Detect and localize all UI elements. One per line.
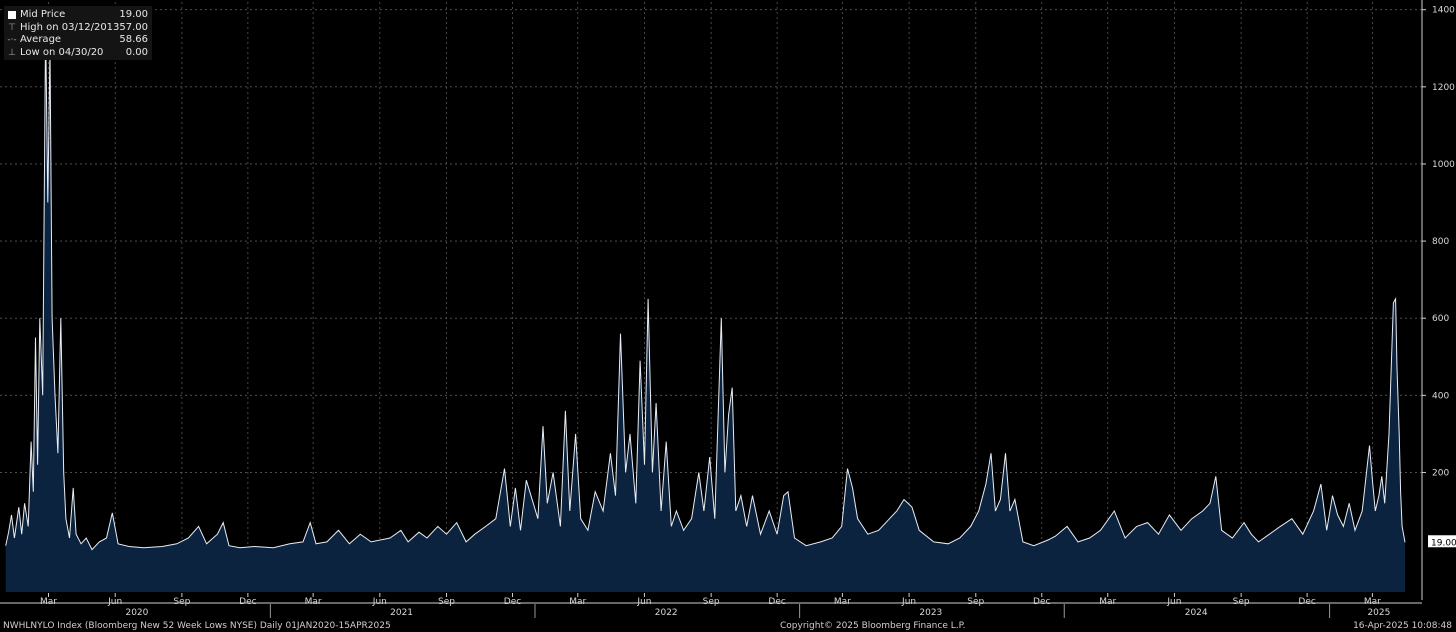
x-tick-label: Jun [1166, 597, 1181, 607]
x-year-label: 2024 [1185, 608, 1208, 618]
footer-copyright: Copyright© 2025 Bloomberg Finance L.P. [780, 621, 966, 631]
y-tick-label: 400 [1432, 391, 1449, 401]
x-tick-label: Sep [173, 597, 190, 607]
legend-row-high: ⊤ High on 03/12/20 1357.00 [4, 22, 152, 34]
x-year-label: 2021 [390, 608, 413, 618]
legend-label: Mid Price [20, 9, 66, 20]
legend-row-average: -·- Average 58.66 [4, 34, 152, 46]
x-tick-label: Sep [703, 597, 720, 607]
low-marker-icon: ⊥ [8, 47, 16, 58]
legend-value: 19.00 [119, 9, 148, 20]
y-tick-label: 1000 [1432, 160, 1455, 170]
y-tick-label: 600 [1432, 314, 1449, 324]
y-tick-label: 200 [1432, 468, 1449, 478]
y-tick-label: 1400 [1432, 6, 1455, 16]
legend-value: 58.66 [119, 34, 148, 45]
x-tick-label: Mar [1364, 597, 1381, 607]
x-tick-label: Sep [967, 597, 984, 607]
legend-row-low: ⊥ Low on 04/30/20 0.00 [4, 47, 152, 59]
legend-label: Average [20, 34, 62, 45]
legend-label: High on 03/12/20 [20, 21, 107, 33]
x-axis-ticks: Mar Jun Sep Dec Mar Jun Sep Dec Mar Jun Sep Dec Mar J… [40, 593, 1390, 618]
x-tick-label: Mar [305, 597, 322, 607]
x-tick-label: Dec [768, 597, 785, 607]
x-tick-label: Mar [834, 597, 851, 607]
series-line [5, 26, 1406, 551]
chart-canvas: 200400600800100012001400 Mar Jun Sep Dec Mar… [0, 0, 1456, 618]
average-marker-icon: -·- [7, 35, 17, 45]
x-tick-label: Jun [636, 597, 651, 607]
x-tick-label: Dec [1033, 597, 1050, 607]
footer-index-description: NWHLNYLO Index (Bloomberg New 52 Week Lo… [3, 621, 391, 631]
x-year-label: 2020 [125, 608, 148, 618]
x-year-label: 2025 [1367, 608, 1390, 618]
x-tick-label: Dec [239, 597, 256, 607]
x-year-label: 2023 [919, 608, 942, 618]
legend-row-mid-price: Mid Price 19.00 [4, 9, 152, 21]
x-tick-label: Jun [901, 597, 916, 607]
last-value-tag: 19.00 [1428, 535, 1456, 548]
x-tick-label: Sep [438, 597, 455, 607]
x-tick-label: Mar [40, 597, 57, 607]
legend-box: Mid Price 19.00 ⊤ High on 03/12/20 1357.… [4, 6, 152, 60]
y-axis-ticks: 200 400 600 800 1000 1200 1400 [1422, 6, 1455, 478]
x-tick-label: Jun [372, 597, 387, 607]
x-tick-label: Dec [1298, 597, 1315, 607]
high-marker-icon: ⊤ [8, 22, 16, 33]
y-tick-label: 1200 [1432, 83, 1455, 93]
series-area-fill [5, 26, 1406, 593]
y-tick-label: 800 [1432, 237, 1449, 247]
legend-value: 0.00 [125, 46, 148, 58]
footer-timestamp: 16-Apr-2025 10:08:48 [1353, 621, 1452, 631]
x-tick-label: Mar [1099, 597, 1116, 607]
last-value-label: 19.00 [1431, 538, 1456, 548]
x-tick-label: Mar [569, 597, 586, 607]
legend-value: 1357.00 [106, 21, 148, 33]
x-tick-label: Dec [504, 597, 521, 607]
x-year-label: 2022 [655, 608, 678, 618]
legend-label: Low on 04/30/20 [20, 46, 104, 58]
x-tick-label: Jun [107, 597, 122, 607]
x-tick-label: Sep [1233, 597, 1250, 607]
